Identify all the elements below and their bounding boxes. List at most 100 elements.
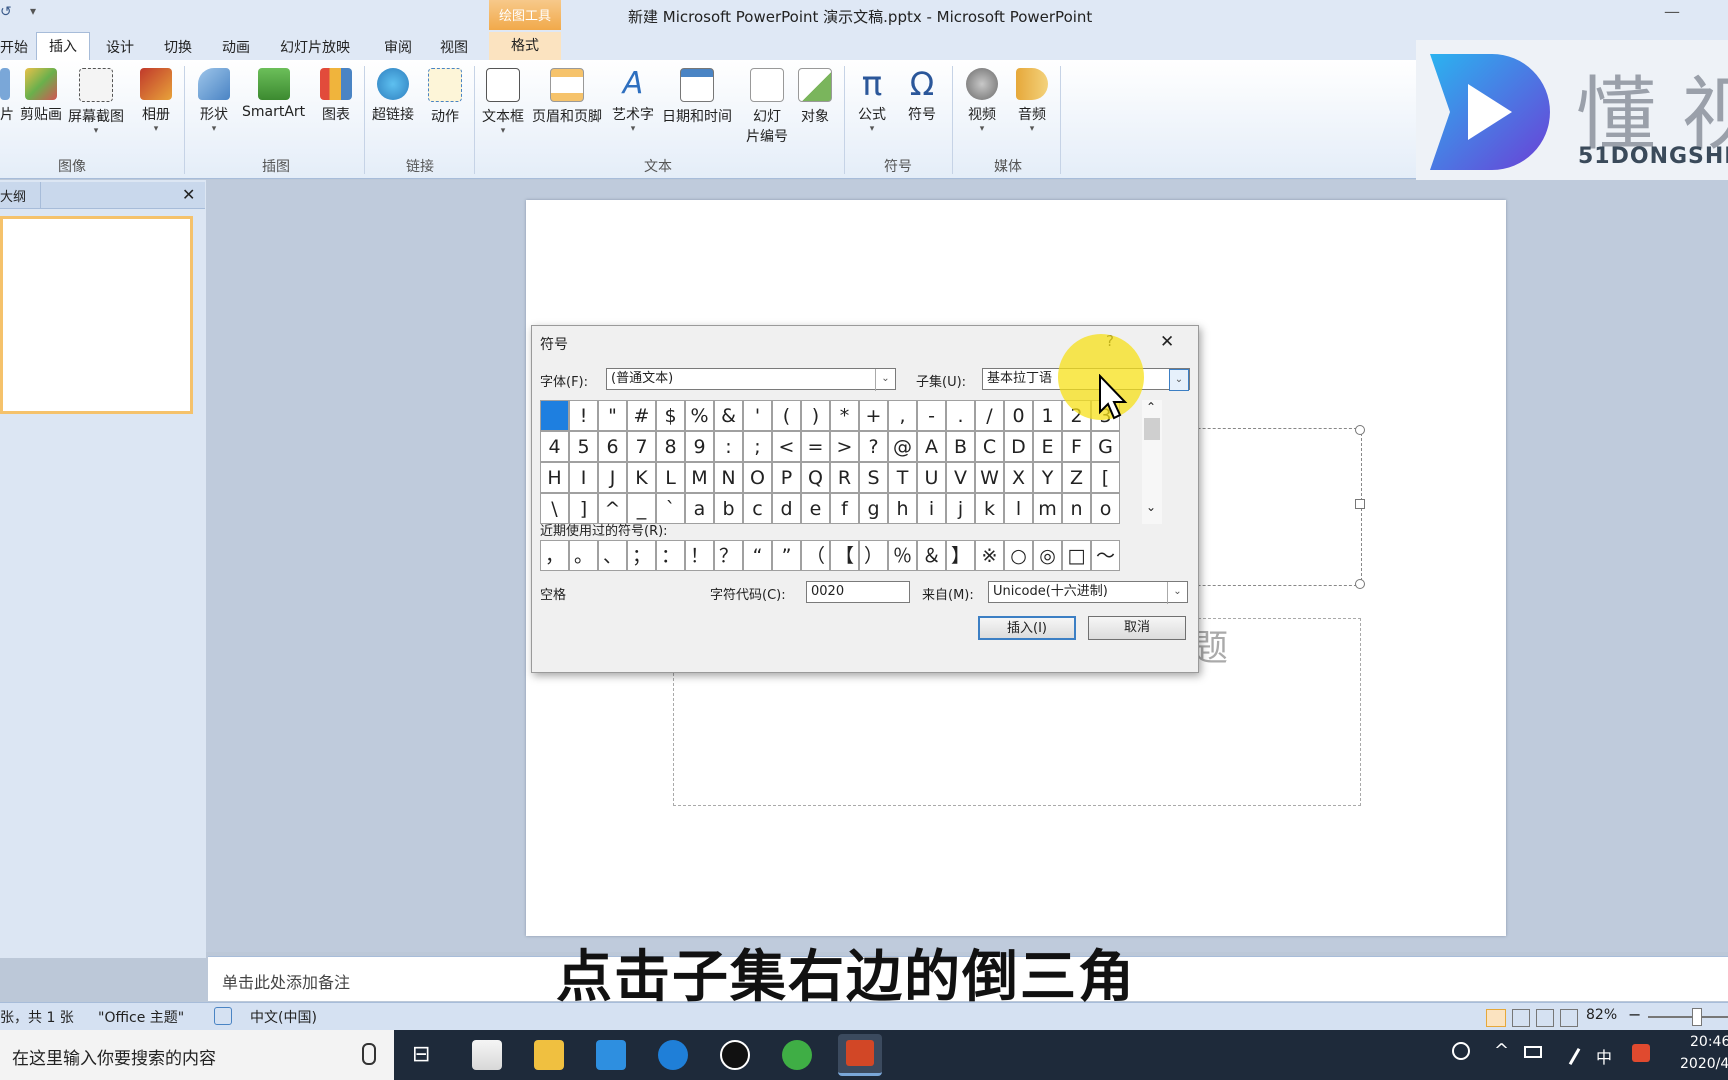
people-icon[interactable] <box>1452 1042 1470 1060</box>
powerpoint-taskbar-button[interactable] <box>838 1034 882 1076</box>
symbol-cell[interactable]: ? <box>859 431 888 462</box>
album-button[interactable]: 相册 ▾ <box>140 68 172 134</box>
symbol-cell[interactable]: b <box>714 493 743 524</box>
symbol-cell[interactable]: . <box>946 400 975 431</box>
recent-symbol-cell[interactable]: □ <box>1062 540 1091 571</box>
recent-symbol-cell[interactable]: （ <box>801 540 830 571</box>
symbol-cell[interactable]: & <box>714 400 743 431</box>
recent-symbol-cell[interactable]: ， <box>540 540 569 571</box>
sorter-view-icon[interactable] <box>1512 1009 1530 1027</box>
ime-indicator[interactable]: 中 <box>1596 1044 1612 1068</box>
symbol-cell[interactable]: l <box>1004 493 1033 524</box>
symbol-cell[interactable]: ! <box>569 400 598 431</box>
slideshow-view-icon[interactable] <box>1560 1009 1578 1027</box>
symbol-cell[interactable]: M <box>685 462 714 493</box>
close-icon[interactable]: ✕ <box>182 185 195 204</box>
recent-symbols[interactable]: ，。、；：！？ “” （【）％＆】 ※ ○ ◎ □ ～ <box>540 540 1120 572</box>
from-select[interactable]: Unicode(十六进制) ⌄ <box>988 581 1188 604</box>
symbol-cell[interactable]: W <box>975 462 1004 493</box>
scroll-thumb[interactable] <box>1144 418 1160 440</box>
symbol-cell[interactable]: V <box>946 462 975 493</box>
symbol-cell[interactable]: # <box>627 400 656 431</box>
minimize-button[interactable]: — <box>1664 2 1680 21</box>
symbol-cell[interactable]: R <box>830 462 859 493</box>
sogou-icon[interactable] <box>1632 1044 1650 1062</box>
symbol-cell[interactable]: / <box>975 400 1004 431</box>
slide-thumbnail[interactable] <box>0 216 193 414</box>
symbol-cell[interactable]: N <box>714 462 743 493</box>
symbol-cell[interactable]: 8 <box>656 431 685 462</box>
scroll-down-icon[interactable]: ⌄ <box>1146 500 1156 514</box>
symbol-cell[interactable]: > <box>830 431 859 462</box>
normal-view-icon[interactable] <box>1486 1009 1506 1027</box>
symbol-cell[interactable]: c <box>743 493 772 524</box>
recent-symbol-cell[interactable]: ～ <box>1091 540 1120 571</box>
battery-icon[interactable] <box>1524 1046 1542 1058</box>
symbol-cell[interactable]: U <box>917 462 946 493</box>
symbol-cell[interactable]: + <box>859 400 888 431</box>
tab-view[interactable]: 视图 <box>440 37 468 57</box>
symbol-cell[interactable]: G <box>1091 431 1120 462</box>
symbol-cell[interactable]: I <box>569 462 598 493</box>
zoom-level[interactable]: 82% <box>1586 1007 1617 1023</box>
symbol-cell[interactable]: A <box>917 431 946 462</box>
cancel-button[interactable]: 取消 <box>1088 616 1186 640</box>
insert-button[interactable]: 插入(I) <box>978 616 1076 640</box>
symbol-cell[interactable]: @ <box>888 431 917 462</box>
qat-dropdown-icon[interactable]: ▾ <box>30 4 36 18</box>
symbol-cell[interactable]: C <box>975 431 1004 462</box>
symbol-cell[interactable]: 1 <box>1033 400 1062 431</box>
taskbar-search[interactable]: 在这里输入你要搜索的内容 <box>0 1030 394 1080</box>
qq-icon[interactable] <box>720 1040 750 1070</box>
symbol-cell[interactable]: a <box>685 493 714 524</box>
symbol-cell[interactable]: T <box>888 462 917 493</box>
browser-icon[interactable] <box>782 1040 812 1070</box>
symbol-grid[interactable]: !"#$%&'()*+,-./0123456789:;<=>?@ABCDEFGH… <box>540 400 1120 524</box>
symbol-cell[interactable]: Y <box>1033 462 1062 493</box>
recent-symbol-cell[interactable]: “ <box>743 540 772 571</box>
microphone-icon[interactable] <box>362 1043 376 1065</box>
textbox-button[interactable]: 文本框 ▾ <box>482 68 524 136</box>
smartart-button[interactable]: SmartArt <box>242 68 305 120</box>
video-button[interactable]: 视频 ▾ <box>966 68 998 134</box>
symbol-cell[interactable]: 5 <box>569 431 598 462</box>
recent-symbol-cell[interactable]: ” <box>772 540 801 571</box>
recent-symbol-cell[interactable]: 【 <box>830 540 859 571</box>
symbol-cell[interactable]: 0 <box>1004 400 1033 431</box>
symbol-cell[interactable]: K <box>627 462 656 493</box>
tab-outline[interactable]: 大纲 <box>0 186 26 205</box>
symbol-cell[interactable]: o <box>1091 493 1120 524</box>
recent-symbol-cell[interactable]: 】 <box>946 540 975 571</box>
symbol-cell[interactable]: n <box>1062 493 1091 524</box>
datetime-button[interactable]: 日期和时间 <box>662 68 732 126</box>
recent-symbol-cell[interactable]: ； <box>627 540 656 571</box>
symbol-cell[interactable]: F <box>1062 431 1091 462</box>
action-button[interactable]: 动作 <box>428 68 462 126</box>
clock-date[interactable]: 2020/4 <box>1680 1056 1728 1072</box>
symbol-cell[interactable]: S <box>859 462 888 493</box>
symbol-cell[interactable]: < <box>772 431 801 462</box>
symbol-cell[interactable]: O <box>743 462 772 493</box>
slide-number-button[interactable]: 幻灯 片编号 <box>746 68 788 146</box>
symbol-cell[interactable]: Z <box>1062 462 1091 493</box>
reading-view-icon[interactable] <box>1536 1009 1554 1027</box>
symbol-cell[interactable]: E <box>1033 431 1062 462</box>
tab-transitions[interactable]: 切换 <box>164 37 192 57</box>
picture-button[interactable]: 片 <box>0 68 14 124</box>
grid-scrollbar[interactable]: ⌃ ⌄ <box>1142 400 1162 524</box>
symbol-cell[interactable]: 9 <box>685 431 714 462</box>
clipart-button[interactable]: 剪贴画 <box>20 68 62 124</box>
chevron-down-icon[interactable]: ⌄ <box>875 369 895 391</box>
clock-time[interactable]: 20:46 <box>1690 1034 1728 1050</box>
symbol-cell[interactable]: ) <box>801 400 830 431</box>
chevron-down-icon[interactable]: ⌄ <box>1167 582 1187 604</box>
object-button[interactable]: 对象 <box>798 68 832 126</box>
tab-format[interactable]: 格式 <box>489 32 561 60</box>
symbol-cell[interactable]: [ <box>1091 462 1120 493</box>
symbol-cell[interactable]: ; <box>743 431 772 462</box>
recent-symbol-cell[interactable]: ○ <box>1004 540 1033 571</box>
tab-review[interactable]: 审阅 <box>384 37 412 57</box>
resize-handle[interactable] <box>1355 499 1365 509</box>
mail-icon[interactable] <box>596 1040 626 1070</box>
symbol-cell[interactable]: ( <box>772 400 801 431</box>
